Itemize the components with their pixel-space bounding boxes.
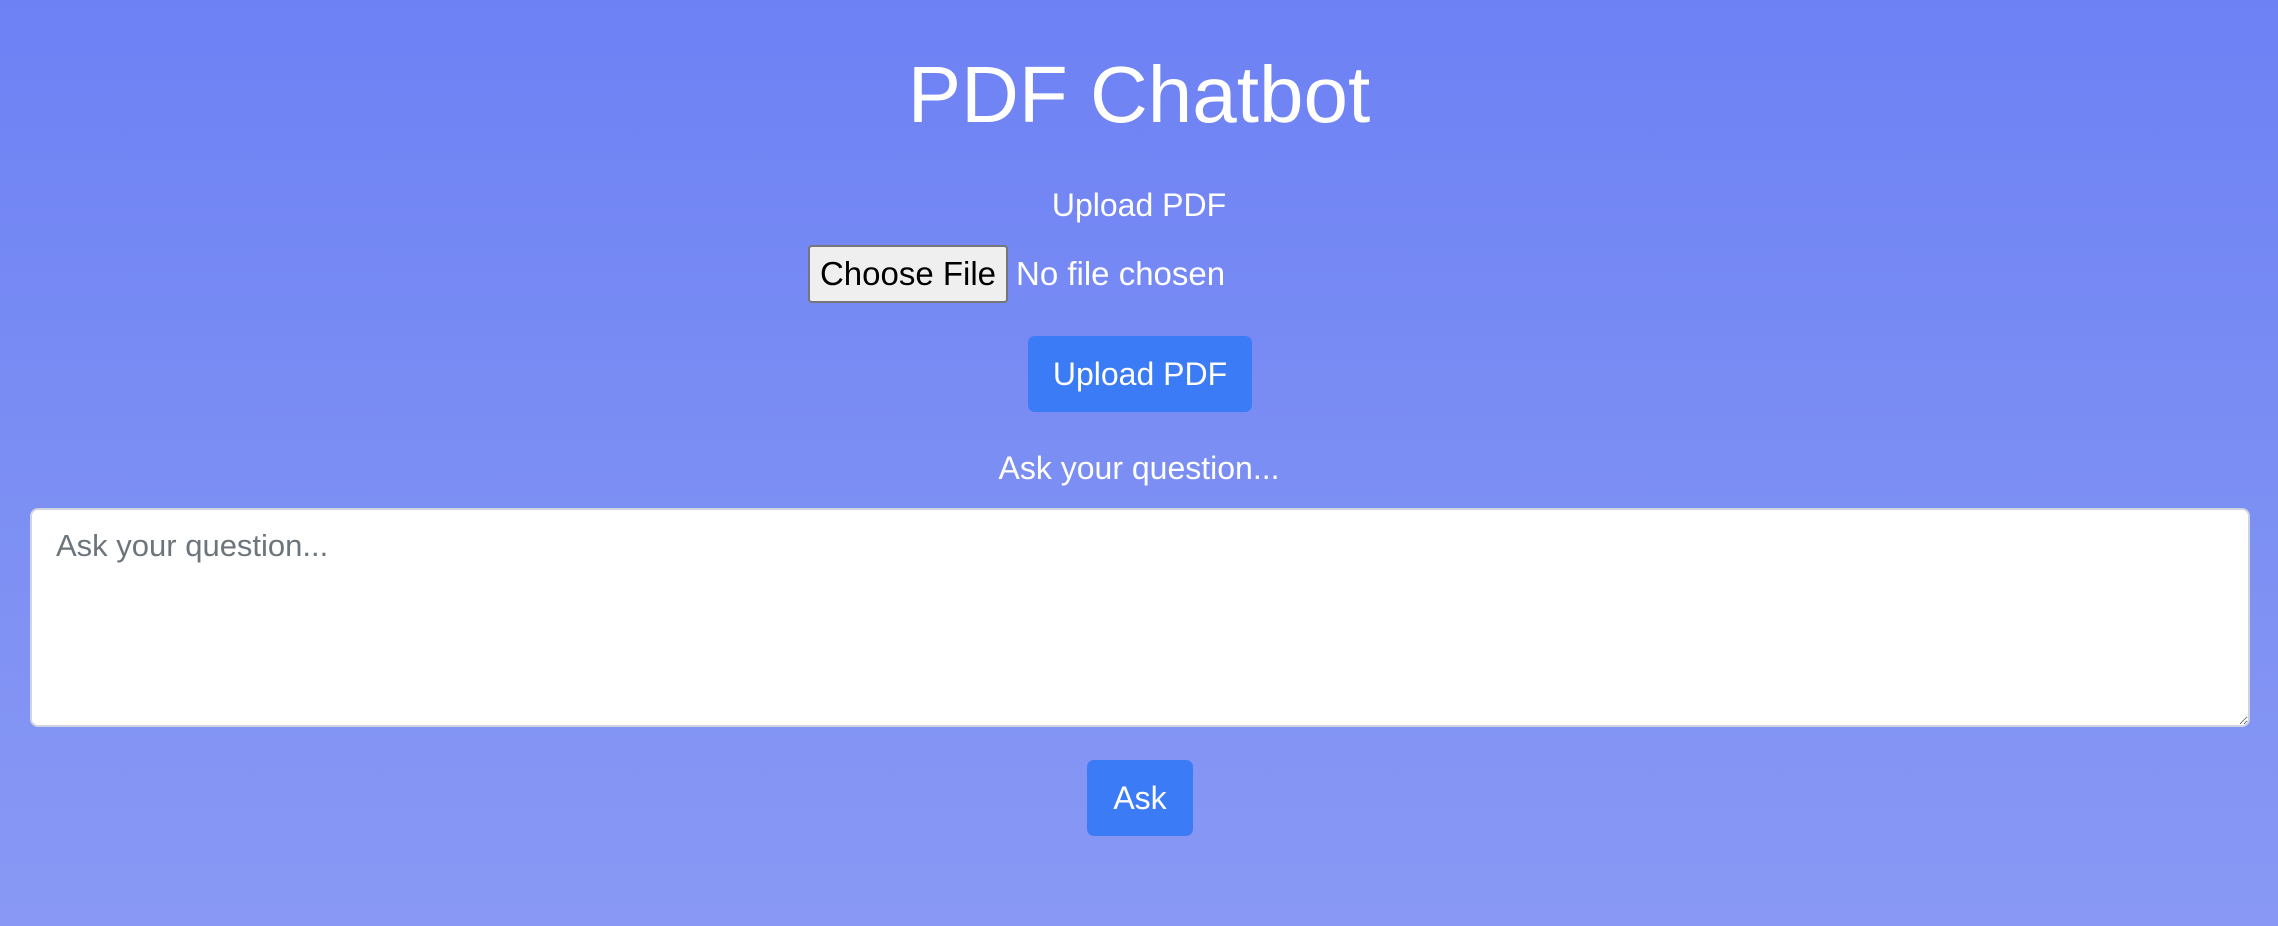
ask-button[interactable]: Ask	[1087, 760, 1193, 836]
page-title: PDF Chatbot	[907, 50, 1371, 139]
file-input[interactable]: Choose File No file chosen	[808, 245, 1225, 303]
question-input[interactable]	[30, 508, 2250, 727]
choose-file-button[interactable]: Choose File	[808, 245, 1008, 303]
question-label: Ask your question...	[998, 450, 1280, 486]
upload-pdf-button[interactable]: Upload PDF	[1028, 336, 1252, 412]
file-status-text: No file chosen	[1016, 255, 1226, 292]
upload-pdf-label: Upload PDF	[1051, 187, 1227, 223]
